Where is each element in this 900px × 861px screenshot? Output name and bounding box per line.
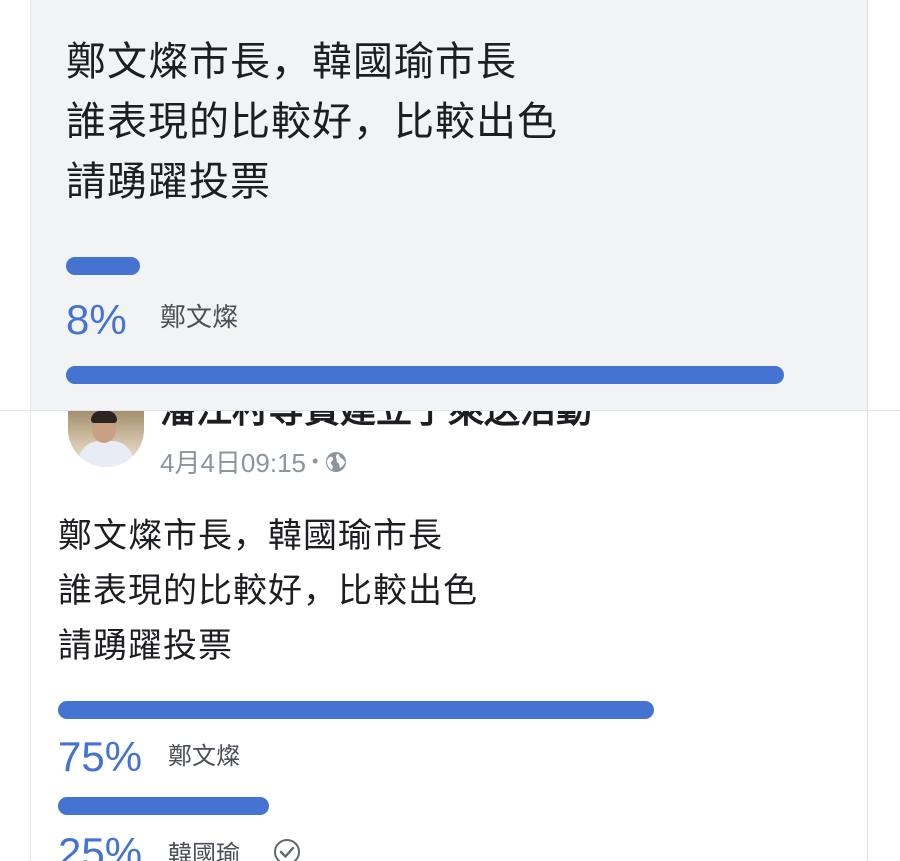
poll-result-bar[interactable]: [58, 701, 654, 719]
bottom-screenshot-panel: 潘江村等賓建立了萊送活動 4月4日09:15 • 鄭文燦市長，韓國瑜市長 誰表現…: [0, 410, 900, 861]
avatar[interactable]: [68, 411, 144, 467]
poll-result-bar[interactable]: [66, 257, 140, 275]
poll-result-bar[interactable]: [66, 366, 784, 384]
poll-result-percent: 75%: [58, 733, 143, 780]
author-name[interactable]: 潘江村等賓建立了萊送活動: [160, 411, 592, 433]
post-line: 誰表現的比較好，比較出色: [66, 99, 558, 145]
post-line: 鄭文燦市長，韓國瑜市長: [66, 39, 517, 85]
post-text: 鄭文燦市長，韓國瑜市長 誰表現的比較好，比較出色 請踴躍投票: [66, 32, 826, 212]
post-line: 請踴躍投票: [58, 626, 233, 666]
poll-result-percent: 25%: [58, 829, 143, 861]
globe-icon: [326, 451, 347, 472]
post-text: 鄭文燦市長，韓國瑜市長 誰表現的比較好，比較出色 請踴躍投票: [58, 509, 818, 674]
poll-option-label[interactable]: 鄭文燦: [168, 741, 240, 771]
poll-result-bar[interactable]: [58, 797, 269, 815]
poll-option-label[interactable]: 韓國瑜: [168, 839, 240, 861]
post-line: 誰表現的比較好，比較出色: [58, 571, 478, 611]
post-meta: 4月4日09:15 •: [160, 443, 348, 480]
post-line: 鄭文燦市長，韓國瑜市長: [58, 516, 443, 556]
meta-separator: •: [311, 451, 319, 471]
poll-option-label[interactable]: 鄭文燦: [160, 302, 238, 334]
voted-check-icon: [274, 839, 300, 861]
poll-result-percent: 8%: [66, 296, 127, 343]
post-timestamp[interactable]: 4月4日09:15: [160, 443, 306, 480]
post-line: 請踴躍投票: [66, 159, 271, 205]
top-screenshot-panel: 鄭文燦市長，韓國瑜市長 誰表現的比較好，比較出色 請踴躍投票 8% 鄭文燦: [0, 0, 900, 410]
